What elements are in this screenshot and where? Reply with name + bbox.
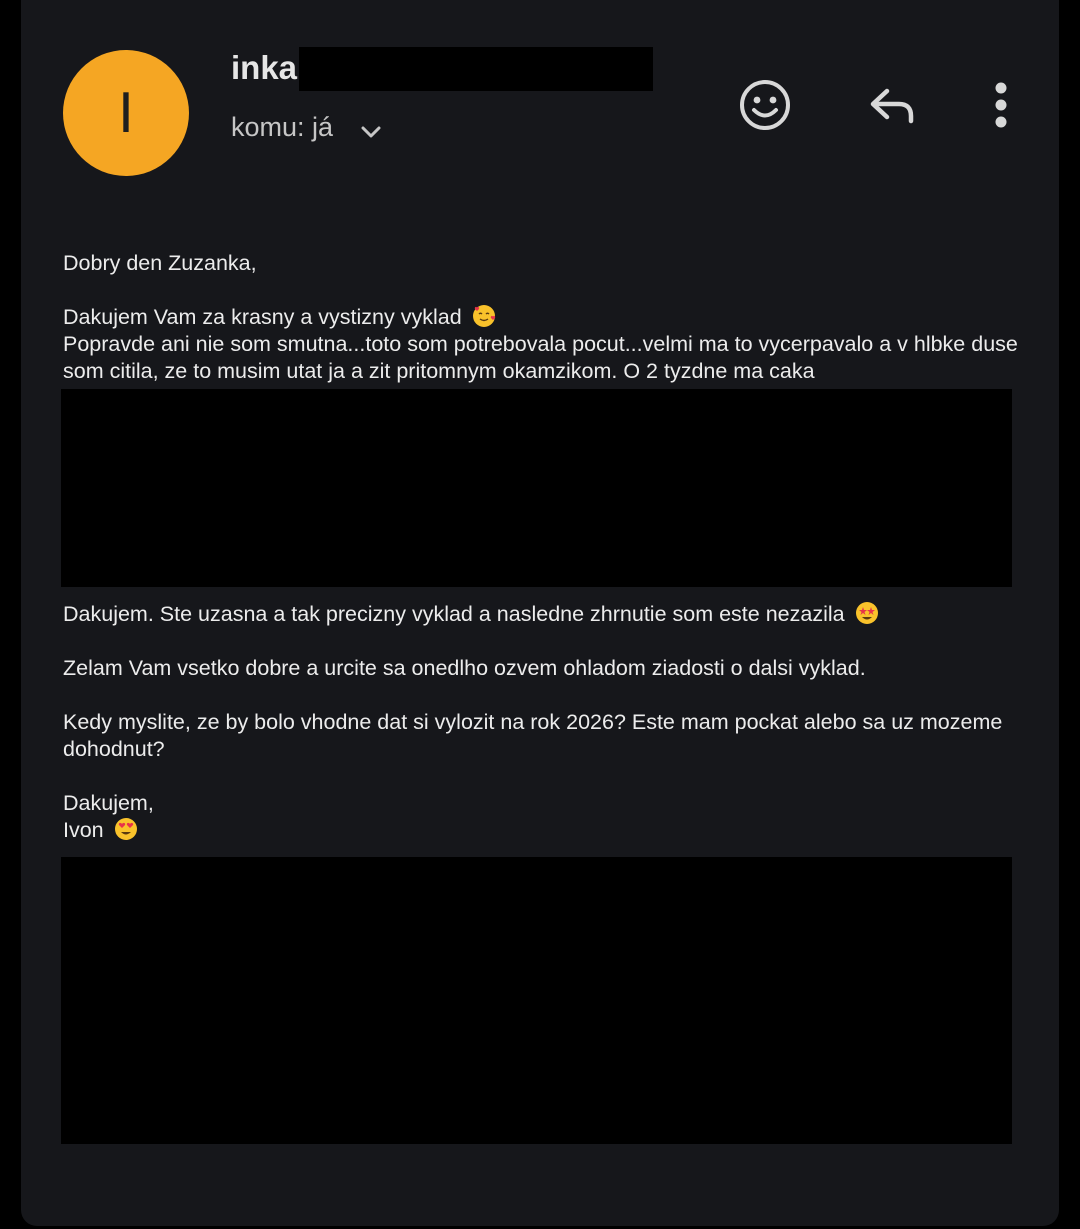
message-body-continued: Dakujem. Ste uzasna a tak precizny vykla… bbox=[63, 601, 1023, 844]
closing: Dakujem, bbox=[63, 791, 154, 815]
paragraph-praise-text: Dakujem. Ste uzasna a tak precizny vykla… bbox=[63, 602, 845, 626]
smiling-face-with-hearts-icon bbox=[472, 305, 495, 327]
sender-name: inka bbox=[231, 49, 298, 86]
sender-avatar[interactable]: I bbox=[63, 50, 189, 176]
paragraph-praise: Dakujem. Ste uzasna a tak precizny vykla… bbox=[63, 601, 1023, 628]
paragraph-thanks-text: Dakujem Vam za krasny a vystizny vyklad bbox=[63, 305, 462, 329]
paragraph-wishes: Zelam Vam vsetko dobre a urcite sa onedl… bbox=[63, 656, 866, 680]
greeting: Dobry den Zuzanka, bbox=[63, 251, 257, 275]
add-reaction-button[interactable] bbox=[735, 75, 795, 135]
smiley-face-icon bbox=[740, 80, 790, 130]
email-card: I inka komu: já Dobry den Zuzanka, Dakuj… bbox=[21, 0, 1059, 1226]
chevron-down-icon[interactable] bbox=[357, 118, 385, 146]
more-vertical-icon bbox=[995, 82, 1007, 128]
redacted-sender-address bbox=[299, 47, 653, 91]
more-options-button[interactable] bbox=[981, 75, 1021, 135]
redacted-block-1 bbox=[61, 389, 1012, 587]
recipient-label[interactable]: komu: já bbox=[231, 110, 333, 144]
reply-arrow-icon bbox=[870, 88, 914, 124]
heart-eyes-icon bbox=[114, 818, 137, 840]
paragraph-thanks: Dakujem Vam za krasny a vystizny vyklad bbox=[63, 304, 1023, 331]
paragraph-question: Kedy myslite, ze by bolo vhodne dat si v… bbox=[63, 710, 1003, 761]
signature: Ivon bbox=[63, 817, 1023, 844]
redacted-block-2 bbox=[61, 857, 1012, 1144]
paragraph-reflection: Popravde ani nie som smutna...toto som p… bbox=[63, 332, 1018, 383]
star-struck-icon bbox=[855, 602, 878, 624]
message-body: Dobry den Zuzanka, Dakujem Vam za krasny… bbox=[63, 250, 1023, 385]
reply-button[interactable] bbox=[861, 75, 921, 135]
avatar-letter: I bbox=[118, 81, 134, 145]
signature-text: Ivon bbox=[63, 818, 104, 842]
